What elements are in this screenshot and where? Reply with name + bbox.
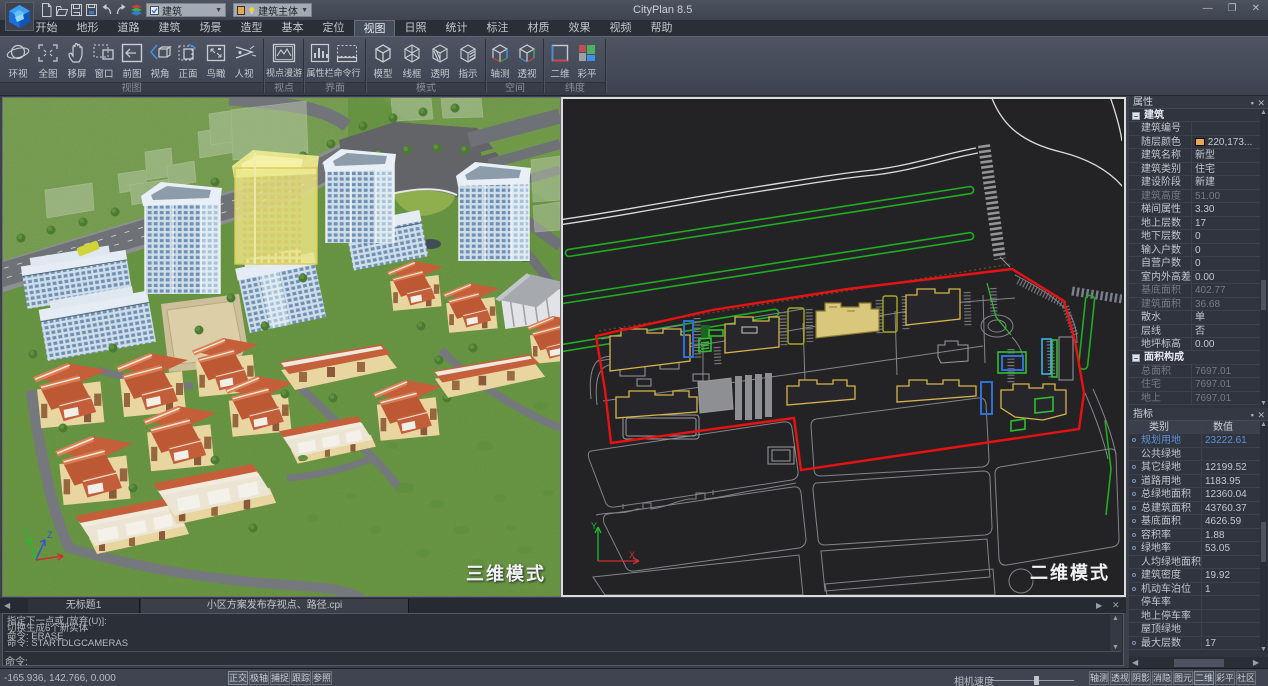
svg-text:Y: Y [591,521,597,531]
svg-text:Y: Y [23,528,29,538]
svg-text:X: X [629,550,635,560]
svg-text:Z: Z [47,530,53,540]
